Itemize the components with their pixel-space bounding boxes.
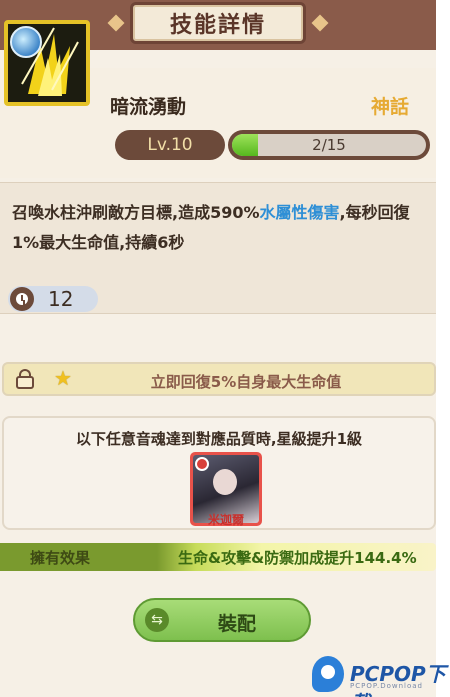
watermark-logo-icon	[312, 656, 344, 692]
header-ornament	[311, 14, 329, 32]
level-badge: Lv.10	[115, 130, 225, 160]
skill-icon	[4, 20, 90, 106]
progress-track: 2/15	[232, 134, 426, 156]
clock-icon	[10, 287, 34, 311]
star-bonus-text: 立即回復5%自身最大生命值	[150, 373, 342, 391]
page-title: 技能詳情	[169, 13, 266, 38]
description-text: 召喚水柱沖刷敵方目標,造成590%	[12, 203, 260, 222]
watermark-text: PCPOP下载	[350, 662, 446, 697]
star-bonus-row: ★ 立即回復5%自身最大生命值	[2, 362, 436, 396]
effect-value: 生命&攻擊&防禦加成提升144.4%	[178, 549, 417, 567]
upgrade-requirement-box: 以下任意音魂達到對應品質時,星級提升1級 米迦爾	[2, 416, 436, 530]
element-badge-icon	[195, 457, 209, 471]
skill-detail-panel: 技能詳情 暗流湧動 神話 Lv.10 2/15 召喚水柱沖刷敵方目標,造成590…	[0, 0, 436, 697]
soul-card[interactable]: 米迦爾	[190, 452, 262, 527]
equip-button-label: 裝配	[217, 613, 256, 635]
header-ornament	[107, 14, 125, 32]
cooldown-value: 12	[48, 287, 74, 311]
level-progress-bar: 2/15	[228, 130, 430, 160]
damage-type-highlight: 水屬性傷害	[259, 203, 340, 222]
equip-button[interactable]: ⇆ 裝配	[133, 598, 311, 642]
water-element-icon	[10, 26, 42, 58]
title-plate: 技能詳情	[130, 2, 306, 44]
upgrade-hint: 以下任意音魂達到對應品質時,星級提升1級	[75, 430, 363, 448]
watermark-subtext: PCPOP.Download	[350, 682, 423, 690]
soul-card-name: 米迦爾	[207, 513, 244, 527]
skill-description: 召喚水柱沖刷敵方目標,造成590%水屬性傷害,每秒回復1%最大生命值,持續6秒	[12, 198, 436, 258]
progress-text: 2/15	[312, 136, 346, 154]
skill-name: 暗流湧動	[110, 96, 187, 118]
owned-effect-bar: 擁有效果 生命&攻擊&防禦加成提升144.4%	[0, 543, 436, 571]
level-text: Lv.10	[147, 135, 193, 155]
effect-label: 擁有效果	[30, 549, 91, 567]
rarity-label: 神話	[371, 96, 410, 118]
watermark: PCPOP下载 PCPOP.Download	[310, 656, 450, 697]
